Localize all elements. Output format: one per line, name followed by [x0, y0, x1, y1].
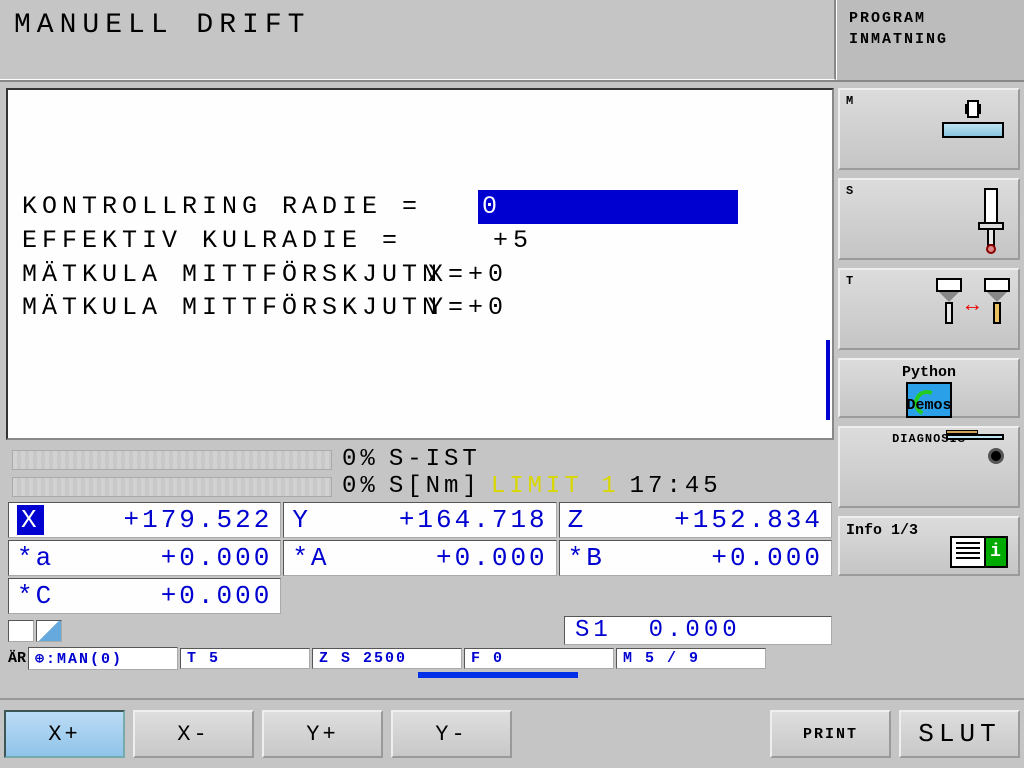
- spindle-status: 0% S-IST 0% S[Nm] LIMIT 1 17:45: [6, 444, 834, 502]
- limit-indicator: LIMIT 1: [491, 473, 620, 500]
- status-line: ÄR ⊕:MAN(0) T 5 Z S 2500 F 0 M 5 / 9: [6, 647, 834, 672]
- status-m: M 5 / 9: [616, 648, 766, 669]
- param-offset-y-label: MÄTKULA MITTFÖRSKJUTN: [22, 291, 442, 325]
- softkey-empty-2: [645, 710, 762, 758]
- program-mode-button[interactable]: PROGRAM INMATNING: [836, 0, 1024, 80]
- parameter-panel: KONTROLLRING RADIE = 0 EFFEKTIV KULRADIE…: [6, 88, 834, 440]
- softkey-diagnosis[interactable]: DIAGNOSIS: [838, 426, 1020, 508]
- plane-icon[interactable]: [36, 620, 62, 642]
- param-offset-x-label: MÄTKULA MITTFÖRSKJUTN: [22, 258, 442, 292]
- sist-label: S-IST: [389, 446, 481, 473]
- softkey-y-plus[interactable]: Y+: [262, 710, 383, 758]
- softkey-print[interactable]: PRINT: [770, 710, 891, 758]
- status-t: T 5: [180, 648, 310, 669]
- softkey-y-minus[interactable]: Y-: [391, 710, 512, 758]
- param-offset-y-value[interactable]: Y=+0: [428, 291, 508, 325]
- dro-cap-a[interactable]: *A+0.000: [283, 540, 556, 576]
- spindle-s1: S1 0.000: [564, 616, 832, 645]
- python-label-2: Demos: [840, 397, 1018, 414]
- dro-cap-b[interactable]: *B+0.000: [559, 540, 832, 576]
- info-label: Info 1/3: [846, 522, 918, 539]
- dro-readout: X+179.522 Y+164.718 Z+152.834 *a+0.000 *…: [6, 502, 834, 614]
- softkey-page-indicator: [418, 672, 578, 678]
- softkey-python[interactable]: Python Demos: [838, 358, 1020, 418]
- dro-a[interactable]: *a+0.000: [8, 540, 281, 576]
- softkey-end[interactable]: SLUT: [899, 710, 1020, 758]
- machine-icon: [942, 104, 1004, 118]
- status-f: F 0: [464, 648, 614, 669]
- scroll-indicator[interactable]: [826, 340, 830, 420]
- softkey-tool[interactable]: T ↔: [838, 268, 1020, 350]
- status-zs: Z S 2500: [312, 648, 462, 669]
- dro-z[interactable]: Z+152.834: [559, 502, 832, 538]
- snm-label: S[Nm]: [389, 473, 481, 500]
- clock-time: 17:45: [630, 473, 722, 500]
- vertical-softkeys: M S T ↔ Python Demos: [834, 82, 1024, 698]
- snm-percent: 0%: [342, 473, 379, 500]
- python-label-1: Python: [846, 364, 1012, 381]
- sist-bar: [12, 450, 332, 470]
- softkey-empty-1: [520, 710, 637, 758]
- status-man: ⊕:MAN(0): [28, 647, 178, 670]
- tool-swap-icon: ↔: [936, 278, 1010, 332]
- param-ball-radius-label: EFFEKTIV KULRADIE =: [22, 224, 402, 258]
- softkey-machine[interactable]: M: [838, 88, 1020, 170]
- snm-bar: [12, 477, 332, 497]
- info-strip: S1 0.000: [6, 614, 834, 647]
- dro-x[interactable]: X+179.522: [8, 502, 281, 538]
- param-ball-radius-value[interactable]: +5: [493, 224, 533, 258]
- softkey-info[interactable]: Info 1/3 i: [838, 516, 1020, 576]
- softkey-spindle[interactable]: S: [838, 178, 1020, 260]
- param-ring-radius-label: KONTROLLRING RADIE =: [22, 190, 422, 224]
- ar-label: ÄR: [8, 650, 26, 667]
- info-icon: i: [950, 536, 1008, 568]
- dro-y[interactable]: Y+164.718: [283, 502, 556, 538]
- softkey-x-plus[interactable]: X+: [4, 710, 125, 758]
- probe-icon[interactable]: [8, 620, 34, 642]
- sist-percent: 0%: [342, 446, 379, 473]
- softkey-machine-label: M: [846, 94, 854, 108]
- program-mode-line1: PROGRAM: [849, 8, 1012, 29]
- header-bar: MANUELL DRIFT PROGRAM INMATNING: [0, 0, 1024, 82]
- softkey-x-minus[interactable]: X-: [133, 710, 254, 758]
- mode-title: MANUELL DRIFT: [0, 0, 836, 80]
- param-ring-radius-input[interactable]: 0: [478, 190, 738, 224]
- softkey-tool-label: T: [846, 274, 854, 288]
- horizontal-softkeys: X+ X- Y+ Y- PRINT SLUT: [0, 698, 1024, 768]
- softkey-spindle-label: S: [846, 184, 854, 198]
- dro-cap-c[interactable]: *C+0.000: [8, 578, 281, 614]
- probe-tool-icon: [984, 188, 998, 254]
- param-offset-x-value[interactable]: X=+0: [428, 258, 508, 292]
- program-mode-line2: INMATNING: [849, 29, 1012, 50]
